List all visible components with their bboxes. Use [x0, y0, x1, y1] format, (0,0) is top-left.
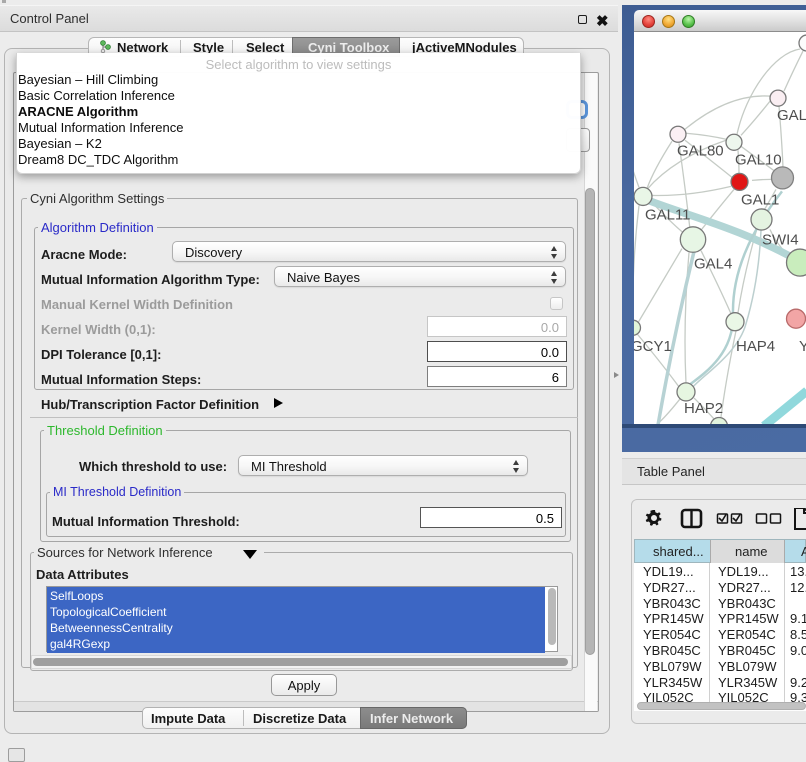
svg-text:HAP2: HAP2 — [684, 400, 723, 417]
svg-text:GAL10: GAL10 — [735, 151, 782, 168]
svg-text:YI: YI — [799, 338, 806, 355]
svg-text:GAL2: GAL2 — [777, 107, 806, 124]
svg-text:GAL11: GAL11 — [645, 206, 691, 223]
svg-text:GAL80: GAL80 — [677, 142, 724, 159]
svg-text:GAL4: GAL4 — [694, 256, 732, 273]
svg-text:GAL1: GAL1 — [741, 191, 779, 208]
svg-text:GCY1: GCY1 — [634, 338, 672, 355]
svg-text:HAP4: HAP4 — [736, 338, 775, 355]
svg-text:SWI4: SWI4 — [762, 232, 799, 249]
